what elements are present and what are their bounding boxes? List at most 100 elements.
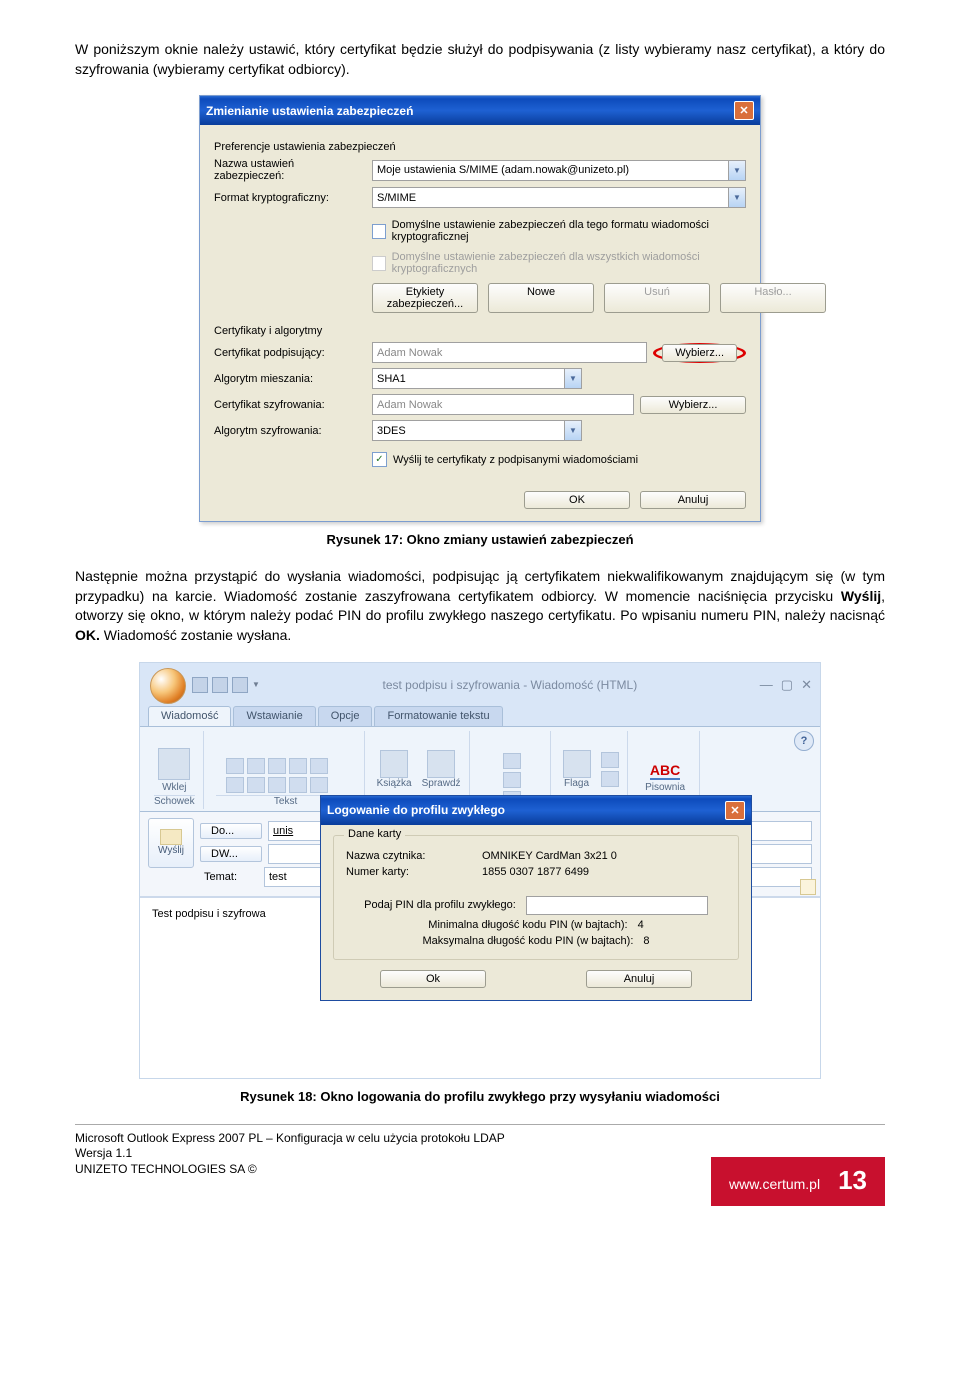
cancel-button[interactable]: Anuluj xyxy=(640,491,746,509)
pin-ok-button[interactable]: Ok xyxy=(380,970,486,988)
font-color-icon[interactable] xyxy=(310,777,328,793)
sidebar-toggle-icon[interactable] xyxy=(800,879,816,895)
pref-section-label: Preferencje ustawienia zabezpieczeń xyxy=(214,141,746,153)
spellcheck-icon[interactable]: ABC xyxy=(650,762,680,780)
cb3-label: Wyślij te certyfikaty z podpisanymi wiad… xyxy=(393,454,638,466)
group-clipboard: Wklej Schowek xyxy=(146,731,204,809)
pin-input[interactable] xyxy=(526,896,708,915)
ok-button[interactable]: OK xyxy=(524,491,630,509)
priority-low-icon[interactable] xyxy=(601,771,619,787)
tab-format[interactable]: Formatowanie tekstu xyxy=(374,706,502,726)
paragraph-2: Następnie można przystąpić do wysłania w… xyxy=(75,567,885,645)
help-icon[interactable]: ? xyxy=(794,731,814,751)
minimize-icon[interactable]: — xyxy=(760,677,773,693)
flag-icon[interactable] xyxy=(563,750,591,778)
clipboard-label: Schowek xyxy=(154,795,195,807)
cert-section-label: Certyfikaty i algorytmy xyxy=(214,325,746,337)
hash-combo[interactable]: SHA1 ▼ xyxy=(372,368,582,389)
enc-alg-label: Algorytm szyfrowania: xyxy=(214,425,366,437)
format-label: Format kryptograficzny: xyxy=(214,192,366,204)
min-label: Minimalna długość kodu PIN (w bajtach): xyxy=(428,919,627,931)
figure-17-caption: Rysunek 17: Okno zmiany ustawień zabezpi… xyxy=(75,532,885,547)
password-button: Hasło... xyxy=(720,283,826,313)
indent-icon[interactable] xyxy=(247,777,265,793)
maximize-icon[interactable]: ▢ xyxy=(781,677,793,693)
hash-label: Algorytm mieszania: xyxy=(214,373,366,385)
chevron-down-icon[interactable]: ▼ xyxy=(564,421,581,440)
dialog-title: Zmienianie ustawienia zabezpieczeń xyxy=(206,104,413,118)
flag-label: Flaga xyxy=(564,778,589,789)
figure-18-caption: Rysunek 18: Okno logowania do profilu zw… xyxy=(75,1089,885,1104)
reader-label: Nazwa czytnika: xyxy=(346,850,476,862)
office-orb-icon[interactable] xyxy=(150,668,186,704)
book-label: Książka xyxy=(377,778,412,789)
numbering-icon[interactable] xyxy=(226,777,244,793)
qat-save-icon[interactable] xyxy=(192,677,208,693)
quick-access-toolbar: ▼ xyxy=(192,677,260,693)
check-names-icon[interactable] xyxy=(427,750,455,778)
reader-value: OMNIKEY CardMan 3x21 0 xyxy=(482,850,617,862)
bold-icon[interactable] xyxy=(247,758,265,774)
ribbon-tabs: Wiadomość Wstawianie Opcje Formatowanie … xyxy=(140,706,820,726)
priority-high-icon[interactable] xyxy=(601,752,619,768)
choose-enc-button[interactable]: Wybierz... xyxy=(640,396,746,414)
underline-icon[interactable] xyxy=(289,758,307,774)
font-icon[interactable] xyxy=(226,758,244,774)
hash-value: SHA1 xyxy=(377,373,406,385)
mail-body-text: Test podpisu i szyfrowa xyxy=(152,908,266,920)
enc-alg-value: 3DES xyxy=(377,425,406,437)
labels-button[interactable]: Etykiety zabezpieczeń... xyxy=(372,283,478,313)
close-icon[interactable]: ✕ xyxy=(734,101,754,120)
italic-icon[interactable] xyxy=(268,758,286,774)
to-button[interactable]: Do... xyxy=(200,823,262,839)
sign-cert-label: Certyfikat podpisujący: xyxy=(214,347,366,359)
qat-undo-icon[interactable] xyxy=(212,677,228,693)
checkbox-send-certs[interactable]: ✓ Wyślij te certyfikaty z podpisanymi wi… xyxy=(372,452,638,467)
tab-insert[interactable]: Wstawianie xyxy=(233,706,315,726)
chevron-down-icon[interactable]: ▼ xyxy=(728,161,745,180)
card-value: 1855 0307 1877 6499 xyxy=(482,866,589,878)
min-value: 4 xyxy=(638,919,644,931)
max-label: Maksymalna długość kodu PIN (w bajtach): xyxy=(422,935,633,947)
format-combo[interactable]: S/MIME ▼ xyxy=(372,187,746,208)
tab-options[interactable]: Opcje xyxy=(318,706,373,726)
name-combo[interactable]: Moje ustawienia S/MIME (adam.nowak@unize… xyxy=(372,160,746,181)
check-label: Sprawdź xyxy=(422,778,461,789)
checkbox-icon xyxy=(372,224,386,239)
card-data-group: Dane karty Nazwa czytnika:OMNIKEY CardMa… xyxy=(333,835,739,960)
cc-button[interactable]: DW... xyxy=(200,846,262,862)
send-button[interactable]: Wyślij xyxy=(148,818,194,868)
tab-message[interactable]: Wiadomość xyxy=(148,706,231,726)
security-dialog: Zmienianie ustawienia zabezpieczeń ✕ Pre… xyxy=(199,95,761,522)
chevron-down-icon[interactable]: ▼ xyxy=(564,369,581,388)
new-button[interactable]: Nowe xyxy=(488,283,594,313)
qat-redo-icon[interactable] xyxy=(232,677,248,693)
sign-cert-value: Adam Nowak xyxy=(377,347,442,359)
enc-alg-combo[interactable]: 3DES ▼ xyxy=(372,420,582,441)
checkbox-default-format[interactable]: Domyślne ustawienie zabezpieczeń dla teg… xyxy=(372,219,746,243)
highlight-icon[interactable] xyxy=(289,777,307,793)
paste-label: Wklej xyxy=(162,782,186,793)
footer-separator xyxy=(75,1124,885,1125)
figure-17: Zmienianie ustawienia zabezpieczeń ✕ Pre… xyxy=(75,95,885,522)
bullets-icon[interactable] xyxy=(310,758,328,774)
paste-icon[interactable] xyxy=(158,748,190,780)
sign-cert-field: Adam Nowak xyxy=(372,342,647,363)
address-book-icon[interactable] xyxy=(380,750,408,778)
close-icon[interactable]: ✕ xyxy=(725,801,745,820)
enc-cert-field: Adam Nowak xyxy=(372,394,634,415)
dialog-titlebar: Zmienianie ustawienia zabezpieczeń ✕ xyxy=(200,96,760,125)
attach-icon[interactable] xyxy=(503,753,521,769)
enc-cert-label: Certyfikat szyfrowania: xyxy=(214,399,366,411)
pin-dialog-title: Logowanie do profilu zwykłego xyxy=(327,803,505,817)
close-icon[interactable]: ✕ xyxy=(801,677,812,693)
max-value: 8 xyxy=(643,935,649,947)
sign-icon[interactable] xyxy=(503,772,521,788)
choose-sign-button[interactable]: Wybierz... xyxy=(662,344,737,362)
qat-dropdown-icon[interactable]: ▼ xyxy=(252,680,260,689)
footer-line1: Microsoft Outlook Express 2007 PL – Konf… xyxy=(75,1131,885,1147)
pin-cancel-button[interactable]: Anuluj xyxy=(586,970,692,988)
outdent-icon[interactable] xyxy=(268,777,286,793)
subject-label: Temat: xyxy=(200,871,258,883)
chevron-down-icon[interactable]: ▼ xyxy=(728,188,745,207)
